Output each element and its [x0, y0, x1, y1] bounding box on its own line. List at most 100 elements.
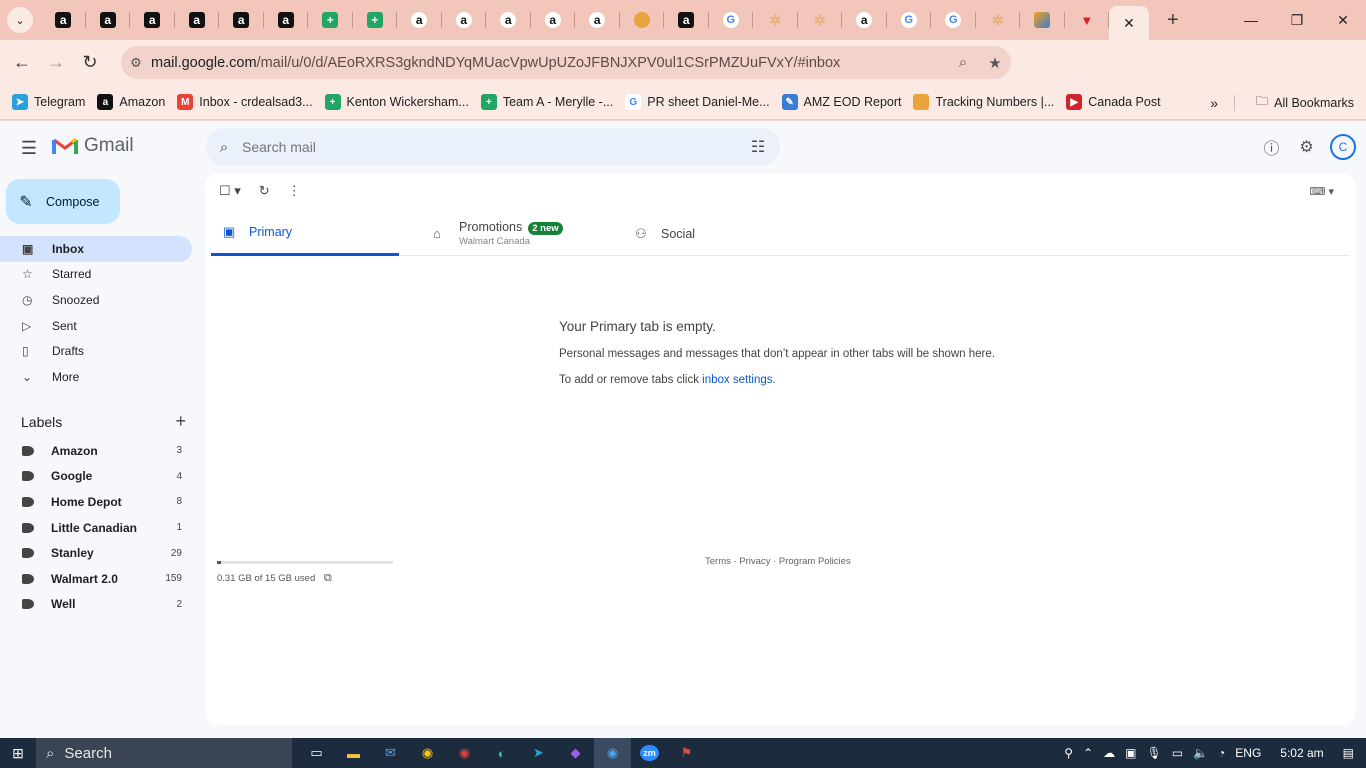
label-item[interactable]: Walmart 2.0 159	[0, 566, 192, 592]
browser-tab[interactable]: a	[442, 0, 487, 40]
battery-icon[interactable]: ▭	[1172, 746, 1183, 760]
nav-item-snoozed[interactable]: ◷ Snoozed	[0, 287, 192, 313]
inbox-settings-link[interactable]: inbox settings	[702, 374, 772, 386]
zoom-app-icon[interactable]: zm	[631, 738, 668, 768]
more-bookmarks-icon[interactable]: »	[1210, 85, 1218, 120]
account-avatar[interactable]: C	[1330, 134, 1356, 160]
nav-item-more[interactable]: ⌄ More	[0, 364, 192, 390]
help-icon[interactable]: ⓘ	[1254, 133, 1289, 161]
browser-tab[interactable]: G	[887, 0, 932, 40]
label-item[interactable]: Stanley 29	[0, 540, 192, 566]
back-button[interactable]: ←	[5, 46, 39, 80]
tab-primary[interactable]: ▣ Primary	[211, 211, 399, 256]
nav-item-starred[interactable]: ☆ Starred	[0, 262, 192, 288]
microphone-icon[interactable]: 🎙	[1147, 746, 1162, 760]
minimize-button[interactable]: —	[1228, 0, 1274, 40]
search-icon[interactable]: ⌕	[206, 139, 242, 156]
chrome-active-icon[interactable]: ◉	[594, 738, 631, 768]
nav-item-inbox[interactable]: ▣ Inbox	[0, 236, 192, 262]
browser-tab[interactable]: a	[531, 0, 576, 40]
bookmark-item[interactable]: + Team A - Merylle -...	[480, 94, 613, 110]
browser-tab[interactable]: a	[219, 0, 264, 40]
zoom-icon[interactable]: ⌕	[947, 54, 979, 71]
browser-tab[interactable]: a	[842, 0, 887, 40]
label-item[interactable]: Well 2	[0, 592, 192, 618]
browser-tab[interactable]: G	[709, 0, 754, 40]
windows-start-icon[interactable]: ⊞	[0, 738, 36, 768]
add-label-icon[interactable]: +	[175, 411, 186, 432]
forward-button[interactable]: →	[39, 46, 73, 80]
chrome-icon[interactable]: ◉	[446, 738, 483, 768]
chevron-up-icon[interactable]: ⌃	[1083, 746, 1093, 760]
bookmark-star-icon[interactable]: ★	[979, 54, 1011, 72]
browser-tab[interactable]: a	[664, 0, 709, 40]
tab-promotions[interactable]: ⌂ Promotions 2 new Walmart Canada	[421, 211, 563, 256]
refresh-icon[interactable]: ↻	[259, 183, 270, 199]
bookmark-item[interactable]: a Amazon	[97, 94, 165, 110]
browser-tab[interactable]: a	[86, 0, 131, 40]
bookmark-item[interactable]: + Kenton Wickersham...	[324, 94, 469, 110]
search-input[interactable]	[242, 139, 736, 155]
footer-links[interactable]: Terms · Privacy · Program Policies	[705, 556, 851, 567]
browser-tab[interactable]: a	[130, 0, 175, 40]
reload-button[interactable]: ↻	[73, 46, 107, 80]
bookmark-item[interactable]: Tracking Numbers |...	[913, 94, 1054, 110]
url-text[interactable]: mail.google.com/mail/u/0/d/AEoRXRS3gkndN…	[151, 55, 947, 71]
site-info-icon[interactable]: ⚙	[121, 55, 151, 71]
browser-tab[interactable]: a	[575, 0, 620, 40]
label-item[interactable]: Home Depot 8	[0, 489, 192, 515]
language-indicator[interactable]: ENG	[1235, 746, 1261, 760]
bookmark-item[interactable]: M Inbox - crdealsad3...	[177, 94, 313, 110]
browser-tab[interactable]: +	[353, 0, 398, 40]
telegram-icon[interactable]: ➤	[520, 738, 557, 768]
main-menu-icon[interactable]: ☰	[18, 137, 40, 159]
search-options-icon[interactable]: ☷	[736, 137, 780, 157]
notifications-icon[interactable]: ▤	[1343, 746, 1354, 760]
new-tab-button[interactable]: +	[1167, 9, 1179, 32]
open-external-icon[interactable]: ⧉	[324, 572, 332, 584]
close-window-button[interactable]: ✕	[1320, 0, 1366, 40]
address-bar[interactable]: ⚙ mail.google.com/mail/u/0/d/AEoRXRS3gkn…	[121, 46, 1011, 79]
restore-button[interactable]: ❐	[1274, 0, 1320, 40]
browser-tab[interactable]: a	[264, 0, 309, 40]
label-item[interactable]: Little Canadian 1	[0, 515, 192, 541]
browser-tab[interactable]: G	[931, 0, 976, 40]
browser-tab[interactable]: ▼	[1065, 0, 1110, 40]
input-tools-icon[interactable]: ⌨ ▾	[1310, 185, 1334, 198]
nav-item-sent[interactable]: ▷ Sent	[0, 313, 192, 339]
bookmark-item[interactable]: ➤ Telegram	[12, 94, 85, 110]
active-tab-close-icon[interactable]: ✕	[1109, 6, 1149, 40]
bookmark-item[interactable]: ▶ Canada Post	[1066, 94, 1161, 110]
browser-tab[interactable]: a	[486, 0, 531, 40]
browser-tab[interactable]: a	[397, 0, 442, 40]
mail-icon[interactable]: ✉	[372, 738, 409, 768]
bookmark-item[interactable]: G PR sheet Daniel-Me...	[625, 94, 770, 110]
compose-button[interactable]: ✎ Compose	[6, 179, 120, 224]
gmail-logo[interactable]: Gmail	[52, 135, 134, 157]
messenger-icon[interactable]: ◆	[557, 738, 594, 768]
tab-social[interactable]: ⚇ Social	[623, 211, 695, 256]
nav-item-drafts[interactable]: ▯ Drafts	[0, 338, 192, 364]
browser-tab[interactable]: ✲	[753, 0, 798, 40]
browser-tab[interactable]: ✲	[798, 0, 843, 40]
wifi-icon[interactable]: ◔	[1218, 746, 1225, 760]
edge-icon[interactable]: ◐	[483, 738, 520, 768]
search-bar[interactable]: ⌕ ☷	[206, 128, 780, 166]
file-explorer-icon[interactable]: ▬	[335, 738, 372, 768]
label-item[interactable]: Amazon 3	[0, 438, 192, 464]
browser-tab[interactable]	[1020, 0, 1065, 40]
chrome-icon[interactable]: ◉	[409, 738, 446, 768]
volume-icon[interactable]: 🔈	[1193, 746, 1208, 760]
all-bookmarks-button[interactable]: 🗀 All Bookmarks	[1256, 85, 1354, 120]
browser-tab[interactable]	[620, 0, 665, 40]
camera-icon[interactable]: ▣	[1125, 746, 1136, 760]
taskbar-search[interactable]: ⌕ Search	[36, 738, 292, 768]
bookmark-item[interactable]: ✎ AMZ EOD Report	[781, 94, 901, 110]
label-item[interactable]: Google 4	[0, 464, 192, 490]
select-checkbox[interactable]: ☐ ▾	[219, 183, 241, 199]
settings-gear-icon[interactable]: ⚙	[1289, 133, 1324, 161]
browser-tab[interactable]: +	[308, 0, 353, 40]
cloud-icon[interactable]: ☁	[1103, 746, 1115, 760]
browser-tab[interactable]: a	[175, 0, 220, 40]
browser-tab[interactable]: ✲	[976, 0, 1021, 40]
